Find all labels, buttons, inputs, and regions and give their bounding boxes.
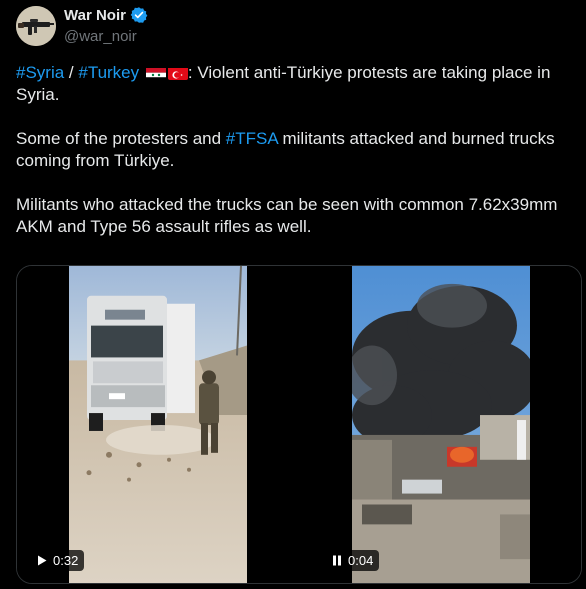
- tweet-para-2-start: Some of the protesters and: [16, 129, 226, 148]
- video-1[interactable]: 0:32: [17, 266, 299, 583]
- video-1-time: 0:32: [53, 553, 79, 568]
- play-icon: [38, 555, 47, 566]
- tweet-paragraph-1: #Syria / #Turkey : Violent anti-Türkiye …: [16, 62, 576, 106]
- tweet-paragraph-2: Some of the protesters and #TFSA militan…: [16, 128, 576, 172]
- tweet-paragraph-3: Militants who attacked the trucks can be…: [16, 195, 558, 236]
- tag-separator: /: [64, 63, 79, 82]
- avatar[interactable]: [16, 6, 56, 46]
- hashtag-turkey[interactable]: #Turkey: [78, 63, 139, 82]
- pause-icon: [333, 555, 341, 566]
- author-name[interactable]: War Noir: [64, 7, 126, 24]
- media-grid: 0:32 0:04: [16, 265, 582, 584]
- author-handle[interactable]: @war_noir: [64, 28, 137, 45]
- syria-flag-icon: [145, 66, 166, 80]
- avatar-rifle-icon: [16, 6, 56, 46]
- tweet: War Noir @war_noir #Syria / #Turkey : Vi…: [0, 0, 586, 589]
- video-2-thumbnail: [352, 266, 530, 583]
- verified-badge-icon[interactable]: [130, 6, 148, 24]
- turkey-flag-icon: [167, 66, 188, 80]
- hashtag-tfsa[interactable]: #TFSA: [226, 129, 278, 148]
- tweet-text: #Syria / #Turkey : Violent anti-Türkiye …: [16, 62, 576, 260]
- video-2[interactable]: 0:04: [300, 266, 581, 583]
- video-2-time: 0:04: [348, 553, 374, 568]
- author-name-row: War Noir: [64, 6, 148, 24]
- hashtag-syria[interactable]: #Syria: [16, 63, 64, 82]
- video-1-thumbnail: [69, 266, 247, 583]
- video-2-timestamp[interactable]: 0:04: [326, 550, 380, 571]
- video-1-timestamp[interactable]: 0:32: [31, 550, 85, 571]
